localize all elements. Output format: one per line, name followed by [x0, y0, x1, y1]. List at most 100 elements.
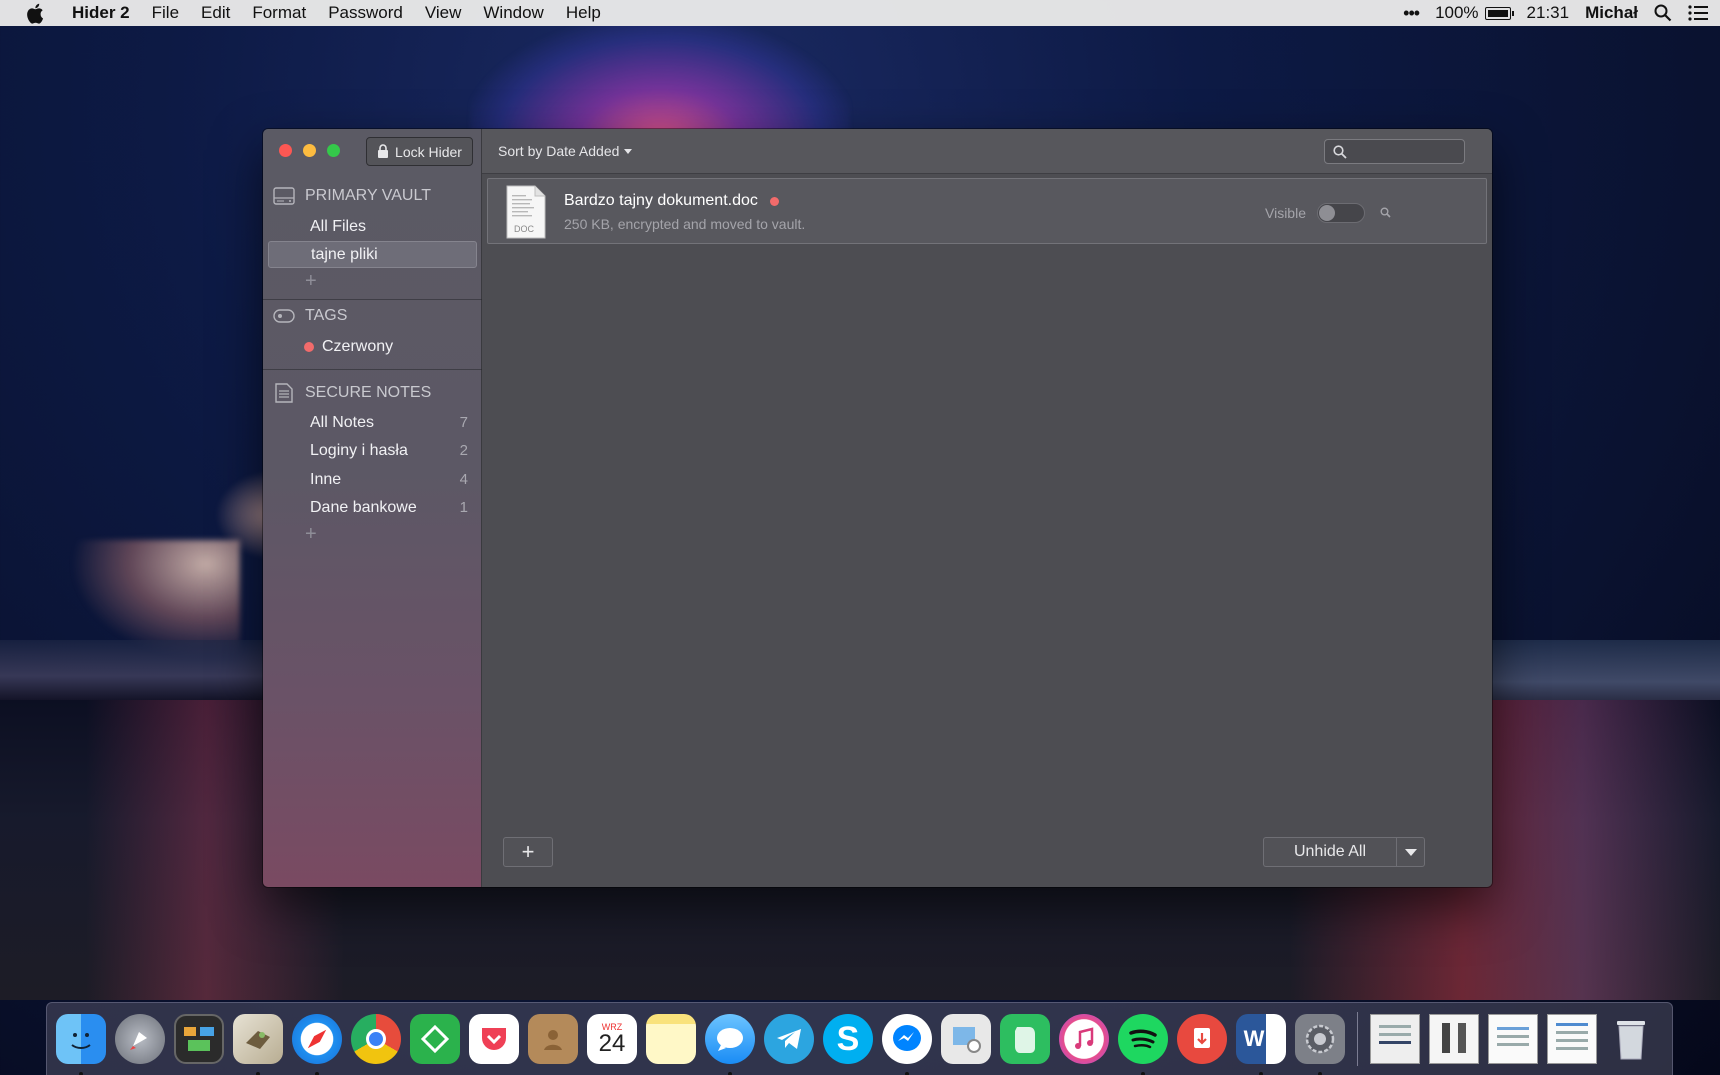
secure-notes-label: SECURE NOTES	[305, 384, 432, 401]
menu-password[interactable]: Password	[328, 3, 403, 23]
skype-icon[interactable]: S	[823, 1014, 873, 1064]
dock: WRZ 24 S W	[46, 1002, 1673, 1075]
spotlight-search-icon[interactable]	[1654, 4, 1672, 22]
menu-edit[interactable]: Edit	[201, 3, 230, 23]
sidebar-item-label: Dane bankowe	[310, 498, 417, 516]
skype-letter: S	[836, 1019, 860, 1058]
telegram-icon[interactable]	[764, 1014, 814, 1064]
note-count: 7	[459, 414, 468, 431]
visible-toggle[interactable]	[1317, 203, 1365, 223]
note-count: 1	[459, 499, 468, 516]
user-menu[interactable]: Michał	[1585, 3, 1638, 23]
sidebar-item-tajne-pliki[interactable]: tajne pliki	[268, 241, 477, 268]
wallpaper-firework	[470, 20, 850, 140]
chrome-icon[interactable]	[351, 1014, 401, 1064]
visible-label: Visible	[1265, 205, 1306, 221]
menu-file[interactable]: File	[152, 3, 179, 23]
recent-document-thumbnail[interactable]	[1547, 1014, 1597, 1064]
launchpad-icon[interactable]	[115, 1014, 165, 1064]
contacts-icon[interactable]	[528, 1014, 578, 1064]
sidebar-item-label: Loginy i hasła	[310, 441, 408, 459]
safari-icon[interactable]	[292, 1014, 342, 1075]
calendar-icon[interactable]: WRZ 24	[587, 1014, 637, 1064]
sidebar-item-inne[interactable]: Inne 4	[268, 466, 477, 493]
red-tag-dot-icon	[769, 196, 779, 206]
minimize-window-button[interactable]	[303, 144, 316, 157]
menu-app-name[interactable]: Hider 2	[72, 3, 130, 23]
sidebar-item-tag-czerwony[interactable]: Czerwony	[268, 333, 477, 360]
sidebar-item-label: Inne	[310, 470, 342, 488]
evernote-icon[interactable]	[1000, 1014, 1050, 1064]
sidebar-item-label: tajne pliki	[311, 245, 378, 263]
recent-document-thumbnail[interactable]	[1370, 1014, 1420, 1064]
chevron-down-icon	[624, 148, 633, 154]
sidebar-item-label: All Notes	[310, 413, 375, 431]
hard-drive-icon	[273, 186, 295, 206]
sidebar-item-loginy-i-hasla[interactable]: Loginy i hasła 2	[268, 437, 477, 464]
recent-document-thumbnail[interactable]	[1488, 1014, 1538, 1064]
sidebar-divider	[263, 369, 482, 370]
add-folder-button[interactable]: +	[305, 270, 317, 293]
sort-dropdown[interactable]: Sort by Date Added	[498, 143, 633, 159]
add-note-category-button[interactable]: +	[305, 523, 317, 546]
finder-icon[interactable]	[56, 1014, 106, 1075]
notification-center-icon[interactable]	[1688, 5, 1708, 21]
pocket-icon[interactable]	[469, 1014, 519, 1064]
hider-window: Lock Hider PRIMARY VAULT All Files tajne…	[263, 129, 1492, 887]
mission-control-icon[interactable]	[174, 1014, 224, 1064]
file-name-label: Bardzo tajny dokument.doc	[564, 192, 758, 209]
search-input[interactable]	[1353, 144, 1463, 159]
calendar-day: 24	[598, 1030, 626, 1057]
sidebar-item-dane-bankowe[interactable]: Dane bankowe 1	[268, 494, 477, 521]
lock-icon	[378, 144, 389, 158]
menu-window[interactable]: Window	[483, 3, 543, 23]
menu-help[interactable]: Help	[566, 3, 601, 23]
notes-app-icon[interactable]	[646, 1014, 696, 1064]
note-icon	[273, 383, 295, 403]
unhide-all-button[interactable]: Unhide All	[1263, 837, 1396, 867]
system-preferences-icon[interactable]	[1295, 1014, 1345, 1075]
unhide-options-dropdown[interactable]	[1396, 837, 1425, 867]
lock-hider-button[interactable]: Lock Hider	[366, 137, 473, 166]
mail-icon[interactable]	[233, 1014, 283, 1075]
sidebar-item-all-files[interactable]: All Files	[268, 213, 477, 240]
zoom-window-button[interactable]	[327, 144, 340, 157]
word-icon[interactable]: W	[1236, 1014, 1286, 1075]
secure-notes-heading: SECURE NOTES	[273, 383, 431, 403]
recent-document-thumbnail[interactable]	[1429, 1014, 1479, 1064]
sort-label: Sort by Date Added	[498, 143, 620, 159]
close-window-button[interactable]	[279, 144, 292, 157]
messages-icon[interactable]	[705, 1014, 755, 1075]
menu-format[interactable]: Format	[252, 3, 306, 23]
search-field[interactable]	[1324, 139, 1465, 164]
doc-file-icon: DOC	[506, 185, 546, 239]
spotify-icon[interactable]	[1118, 1014, 1168, 1075]
toggle-knob	[1319, 205, 1335, 221]
sidebar-item-all-notes[interactable]: All Notes 7	[268, 409, 477, 436]
doc-icon-text: DOC	[514, 224, 535, 234]
main-pane: Sort by Date Added DOC Bardzo tajny doku…	[482, 129, 1492, 887]
file-name: Bardzo tajny dokument.doc	[564, 192, 779, 210]
chevron-down-icon	[1404, 848, 1417, 856]
trash-icon[interactable]	[1606, 1014, 1656, 1064]
apple-menu-icon[interactable]	[22, 3, 48, 24]
sidebar-item-label: Czerwony	[322, 337, 394, 355]
itunes-icon[interactable]	[1059, 1014, 1109, 1064]
lock-hider-label: Lock Hider	[395, 143, 462, 160]
clock[interactable]: 21:31	[1527, 3, 1570, 23]
battery-icon[interactable]	[1484, 6, 1514, 20]
reveal-in-finder-icon[interactable]	[1380, 205, 1391, 223]
battery-percent: 100%	[1435, 3, 1479, 22]
feedly-icon[interactable]	[410, 1014, 460, 1064]
transmit-icon[interactable]	[1177, 1014, 1227, 1064]
search-icon	[1333, 144, 1347, 159]
wallpaper-city-left	[0, 640, 270, 700]
more-extras-icon[interactable]: •••	[1403, 3, 1420, 24]
file-row[interactable]: DOC Bardzo tajny dokument.doc 250 KB, en…	[487, 178, 1487, 244]
add-file-button[interactable]: +	[503, 837, 553, 867]
tag-icon	[273, 306, 295, 326]
messenger-icon[interactable]	[882, 1014, 932, 1075]
preview-icon[interactable]	[941, 1014, 991, 1064]
note-count: 4	[459, 471, 468, 488]
menu-view[interactable]: View	[425, 3, 462, 23]
